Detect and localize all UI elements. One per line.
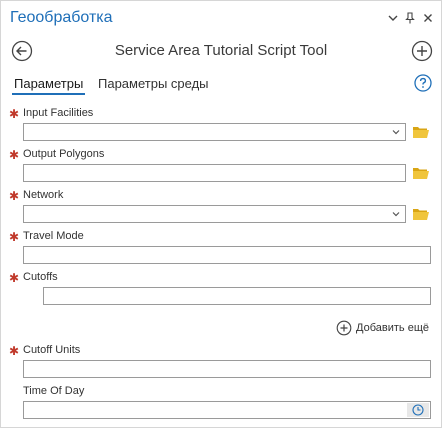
pin-icon[interactable] <box>402 10 418 26</box>
back-arrow-icon[interactable] <box>11 40 33 62</box>
add-more-label: Добавить ещё <box>356 322 429 334</box>
param-label: Network <box>23 189 64 201</box>
geoprocessing-pane: Геообработка Service Area Tutorial Scrip… <box>0 0 442 428</box>
pane-titlebar: Геообработка <box>1 1 441 35</box>
pane-options-chevron-icon[interactable] <box>385 10 401 26</box>
param-travel-mode: ✱ Travel Mode <box>1 230 441 270</box>
param-label: Cutoffs <box>23 271 58 283</box>
param-label: Cutoff Units <box>23 344 81 356</box>
plus-circle-icon <box>336 320 352 336</box>
folder-icon[interactable] <box>412 207 430 221</box>
param-input-facilities: ✱ Input Facilities <box>1 107 441 147</box>
required-marker: ✱ <box>9 344 20 358</box>
tool-header: Service Area Tutorial Script Tool <box>1 37 441 65</box>
folder-icon[interactable] <box>412 166 430 180</box>
chevron-down-icon <box>392 212 400 217</box>
tool-title: Service Area Tutorial Script Tool <box>114 42 328 59</box>
cutoff-units-input[interactable] <box>23 360 431 378</box>
param-cutoff-units: ✱ Cutoff Units <box>1 344 441 384</box>
param-label: Time Of Day <box>23 385 85 397</box>
param-label: Travel Mode <box>23 230 84 242</box>
travel-mode-input[interactable] <box>23 246 431 264</box>
required-marker: ✱ <box>9 271 20 285</box>
param-label: Output Polygons <box>23 148 105 160</box>
help-icon[interactable] <box>414 74 432 92</box>
pane-title: Геообработка <box>10 9 113 26</box>
chevron-down-icon <box>392 130 400 135</box>
add-more-button[interactable]: Добавить ещё <box>336 319 429 337</box>
time-of-day-input[interactable] <box>23 401 431 419</box>
close-icon[interactable] <box>420 10 436 26</box>
param-network: ✱ Network <box>1 189 441 229</box>
tab-environments[interactable]: Параметры среды <box>98 76 209 91</box>
folder-icon[interactable] <box>412 125 430 139</box>
clock-icon[interactable] <box>407 403 429 417</box>
plus-circle-icon[interactable] <box>411 40 433 62</box>
cutoffs-value-input[interactable] <box>43 287 431 305</box>
output-polygons-input[interactable] <box>23 164 406 182</box>
network-dropdown[interactable] <box>23 205 406 223</box>
required-marker: ✱ <box>9 189 20 203</box>
tab-bar: Параметры Параметры среды <box>1 73 441 95</box>
param-cutoffs: ✱ Cutoffs <box>1 271 441 311</box>
param-label: Input Facilities <box>23 107 94 119</box>
required-marker: ✱ <box>9 230 20 244</box>
param-time-of-day: Time Of Day <box>1 385 441 425</box>
param-output-polygons: ✱ Output Polygons <box>1 148 441 188</box>
required-marker: ✱ <box>9 107 20 121</box>
tab-parameters[interactable]: Параметры <box>11 76 86 95</box>
input-facilities-dropdown[interactable] <box>23 123 406 141</box>
required-marker: ✱ <box>9 148 20 162</box>
